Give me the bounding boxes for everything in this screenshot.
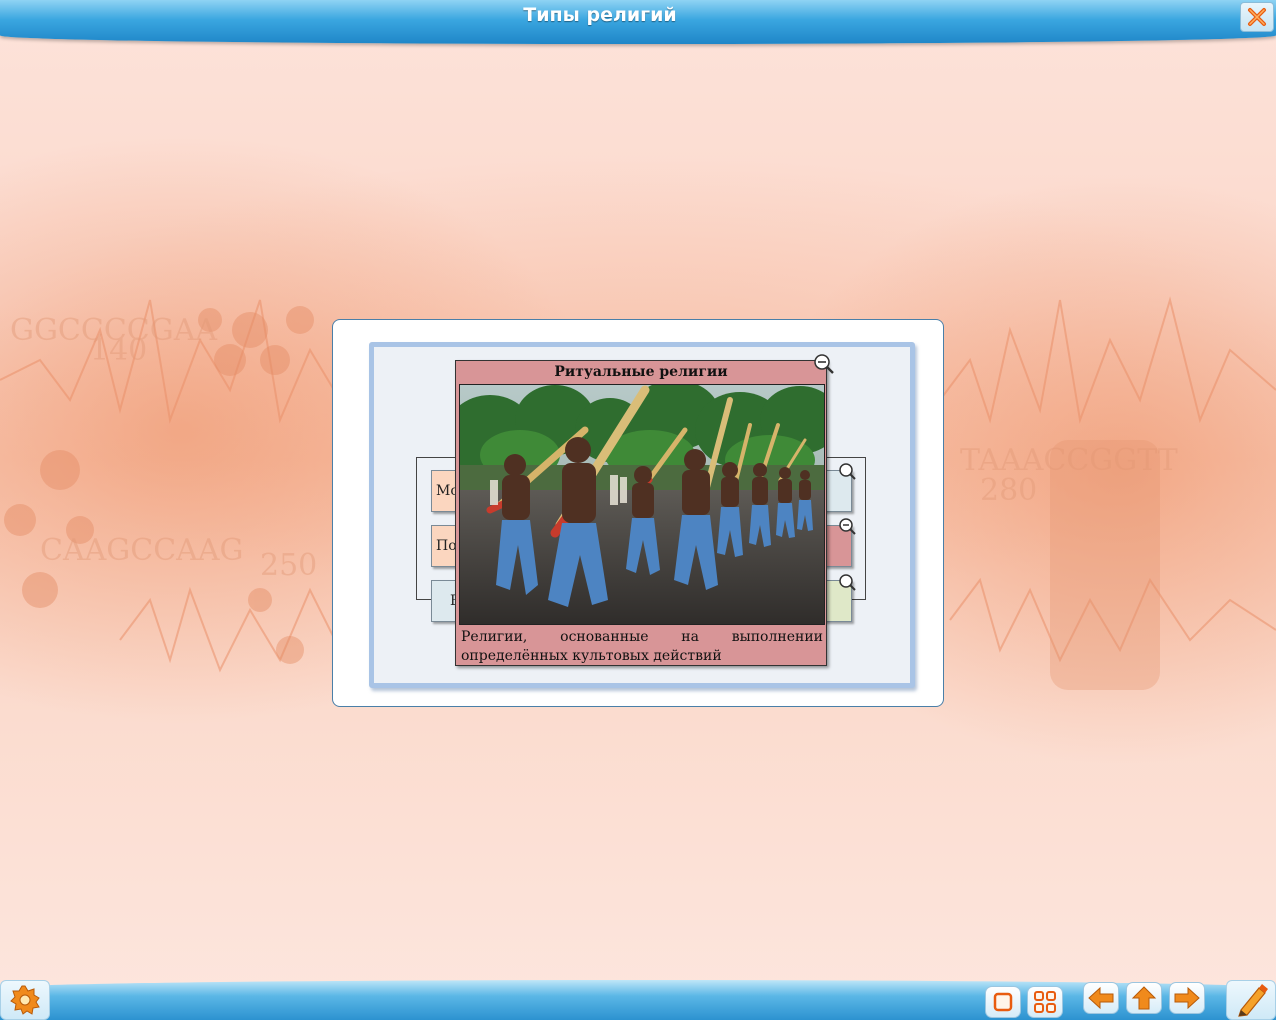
zoom-out-icon[interactable]: [838, 517, 856, 535]
svg-text:280: 280: [980, 473, 1037, 508]
svg-text:CAAGCCAAG: CAAGCCAAG: [40, 533, 243, 568]
arrow-left-icon: [1088, 986, 1114, 1010]
back-button[interactable]: [1083, 982, 1119, 1014]
arrow-up-icon: [1131, 986, 1157, 1010]
procession-photo: [459, 384, 825, 625]
svg-text:250: 250: [260, 548, 317, 583]
popup-caption: Религии, основанные на выполнении опреде…: [461, 629, 823, 664]
grid-icon: [1034, 991, 1056, 1013]
zoom-in-icon[interactable]: [838, 573, 856, 591]
forward-button[interactable]: [1169, 982, 1205, 1014]
grid-button[interactable]: [1027, 986, 1063, 1018]
diagram-item-label: По: [436, 538, 457, 554]
title-bar: Типы религий: [0, 0, 1276, 44]
close-button[interactable]: [1240, 2, 1274, 32]
zoom-in-icon[interactable]: [838, 462, 856, 480]
gear-icon: [10, 985, 40, 1015]
svg-text:GGCCCCGAA: GGCCCCGAA: [10, 313, 217, 348]
up-button[interactable]: [1126, 982, 1162, 1014]
popup-title: Ритуальные религии: [554, 364, 728, 380]
pencil-button[interactable]: [1226, 980, 1276, 1020]
window-button[interactable]: [985, 986, 1021, 1018]
window-title: Типы религий: [523, 4, 677, 26]
zoom-out-icon[interactable]: [813, 353, 835, 375]
window-icon: [993, 992, 1013, 1012]
settings-button[interactable]: [0, 980, 50, 1020]
religion-popup: Ритуальные религии Религии, основанные н…: [455, 354, 834, 666]
pencil-icon: [1238, 984, 1268, 1017]
close-x-icon: [1248, 8, 1266, 26]
svg-text:140: 140: [90, 333, 147, 368]
svg-text:TAAACCGGTT: TAAACCGGTT: [960, 443, 1178, 478]
arrow-right-icon: [1174, 986, 1200, 1010]
